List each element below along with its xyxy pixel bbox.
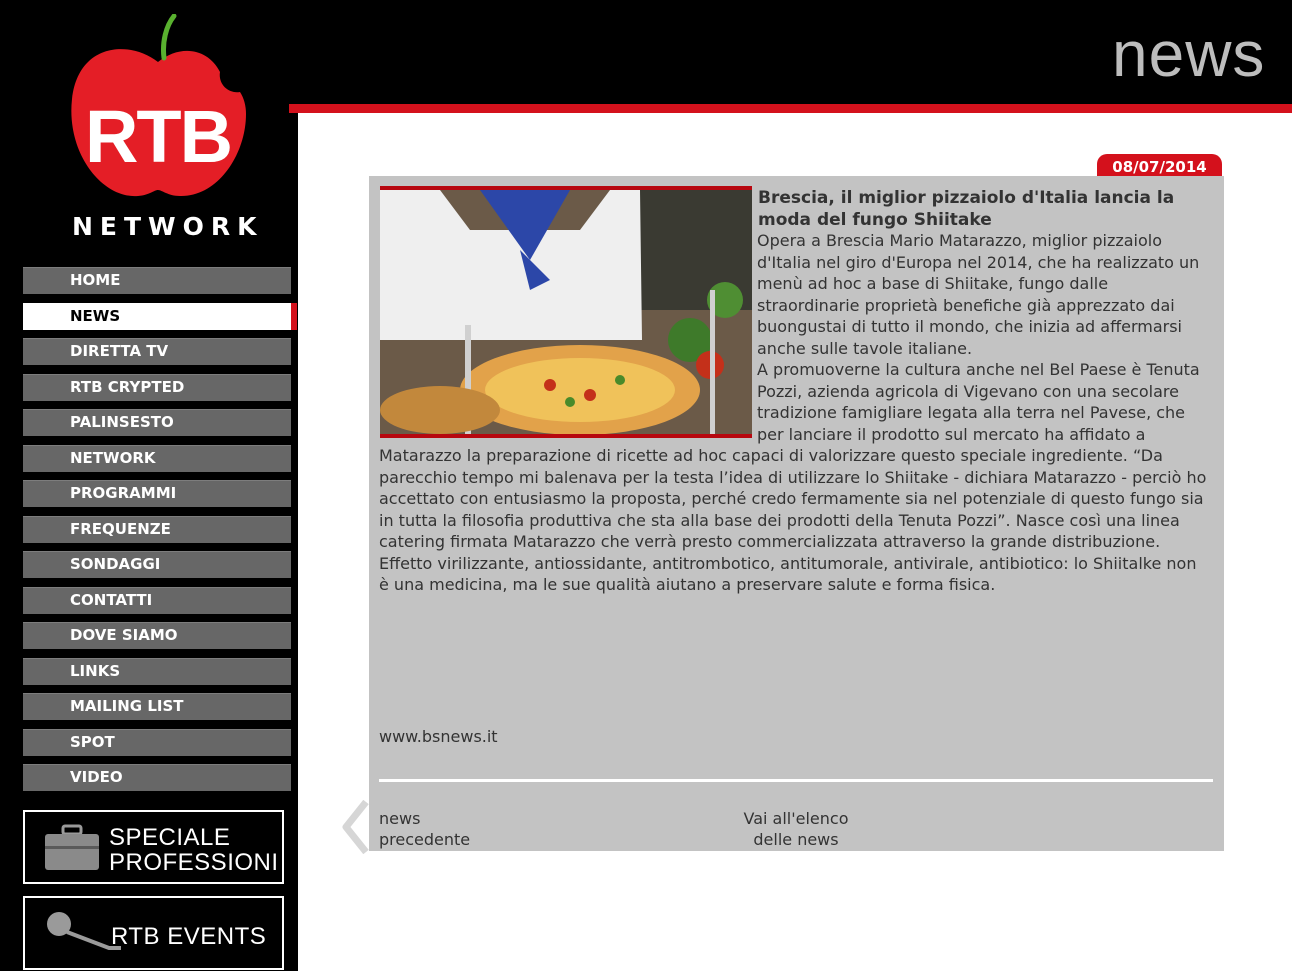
prev-link-line2: precedente xyxy=(379,830,471,849)
speciale-professioni-banner[interactable]: SPECIALE PROFESSIONI xyxy=(23,810,284,884)
main-nav: HOME NEWS DIRETTA TV RTB CRYPTED PALINSE… xyxy=(23,267,291,800)
speciale-line1: SPECIALE xyxy=(109,824,231,851)
article-divider xyxy=(379,779,1213,782)
nav-item-diretta-tv[interactable]: DIRETTA TV xyxy=(23,338,291,365)
article-title: Brescia, il miglior pizzaiolo d'Italia l… xyxy=(758,188,1175,230)
nav-item-palinsesto[interactable]: PALINSESTO xyxy=(23,409,291,436)
logo-brand-text: RTB xyxy=(84,95,233,178)
list-link-line2: delle news xyxy=(753,830,839,849)
briefcase-icon xyxy=(45,824,99,870)
nav-item-spot[interactable]: SPOT xyxy=(23,728,291,756)
article-date: 08/07/2014 xyxy=(1097,154,1222,177)
nav-item-news[interactable]: NEWS xyxy=(23,302,291,330)
article-body: Opera a Brescia Mario Matarazzo, miglior… xyxy=(379,230,1209,596)
nav-item-mailing-list[interactable]: MAILING LIST xyxy=(23,693,291,720)
speciale-line2: PROFESSIONI xyxy=(109,849,279,876)
previous-news-link[interactable]: news precedente xyxy=(379,808,519,850)
header-red-rule xyxy=(289,104,1292,113)
prev-link-line1: news xyxy=(379,809,421,828)
nav-item-rtb-crypted[interactable]: RTB CRYPTED xyxy=(23,373,291,401)
nav-item-sondaggi[interactable]: SONDAGGI xyxy=(23,551,291,578)
news-list-link[interactable]: Vai all'elenco delle news xyxy=(726,808,866,850)
nav-item-home[interactable]: HOME xyxy=(23,267,291,294)
rtb-events-banner[interactable]: RTB EVENTS xyxy=(23,896,284,970)
photo-wrap-spacer xyxy=(379,230,757,445)
list-link-line1: Vai all'elenco xyxy=(743,809,849,828)
nav-item-frequenze[interactable]: FREQUENZE xyxy=(23,515,291,543)
article-source: www.bsnews.it xyxy=(379,727,498,746)
logo-subtitle: NETWORK xyxy=(72,212,264,241)
section-title: news xyxy=(1112,18,1266,90)
nav-item-network[interactable]: NETWORK xyxy=(23,444,291,472)
nav-item-dove-siamo[interactable]: DOVE SIAMO xyxy=(23,622,291,649)
article-panel: Brescia, il miglior pizzaiolo d'Italia l… xyxy=(369,176,1224,851)
nav-item-video[interactable]: VIDEO xyxy=(23,764,291,791)
nav-item-programmi[interactable]: PROGRAMMI xyxy=(23,480,291,507)
article-paragraph-3: Effetto virilizzante, antiossidante, ant… xyxy=(379,553,1197,595)
nav-item-contatti[interactable]: CONTATTI xyxy=(23,586,291,614)
rtb-events-label: RTB EVENTS xyxy=(111,923,267,950)
chevron-left-icon[interactable] xyxy=(338,800,372,854)
rtb-logo[interactable]: RTB xyxy=(58,13,258,204)
nav-item-links[interactable]: LINKS xyxy=(23,657,291,685)
